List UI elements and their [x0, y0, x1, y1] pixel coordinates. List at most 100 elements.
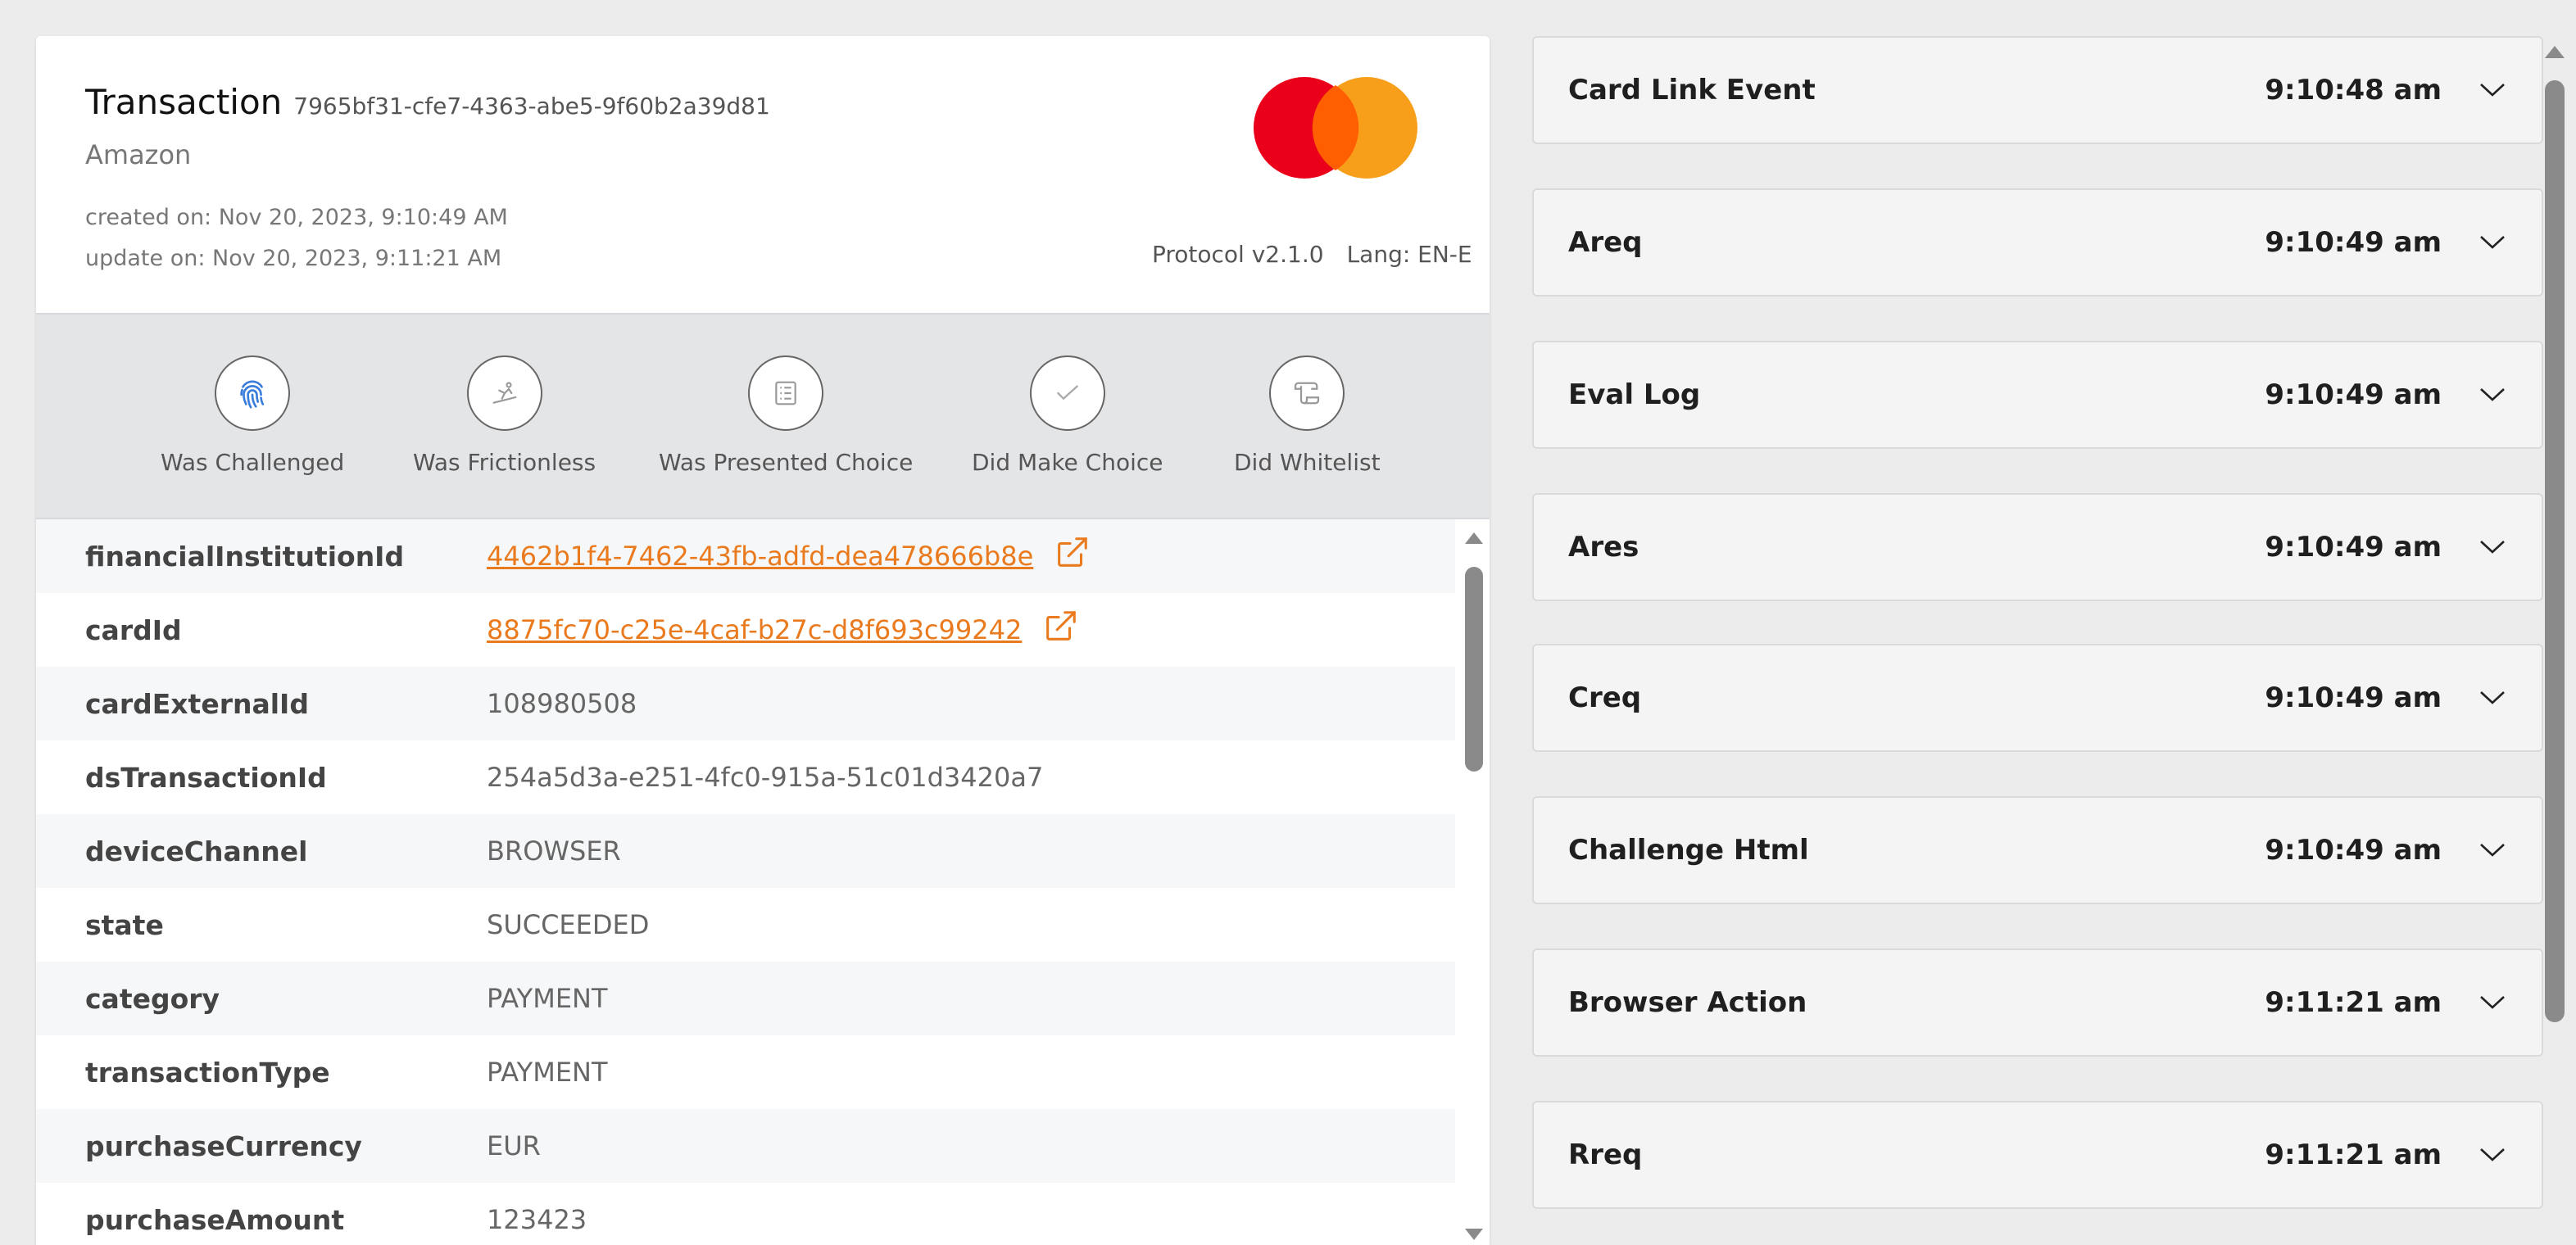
event-browser-action[interactable]: Browser Action 9:11:21 am: [1532, 948, 2543, 1057]
transaction-header: Transaction 7965bf31-cfe7-4363-abe5-9f60…: [36, 36, 1490, 315]
flag-was-challenged: Was Challenged: [161, 355, 344, 476]
event-time: 9:10:49 am: [2265, 378, 2442, 411]
detail-key: dsTransactionId: [85, 761, 327, 794]
page-title: Transaction: [85, 82, 283, 122]
list-icon: [748, 355, 824, 431]
mastercard-logo: [1254, 77, 1434, 183]
external-link-icon[interactable]: [1053, 534, 1091, 578]
detail-value: BROWSER: [487, 835, 621, 867]
chevron-down-icon[interactable]: [2476, 1147, 2509, 1163]
card-id-link[interactable]: 8875fc70-c25e-4caf-b27c-d8f693c99242: [487, 608, 1079, 652]
title-row: Transaction 7965bf31-cfe7-4363-abe5-9f60…: [85, 82, 770, 122]
event-challenge-html[interactable]: Challenge Html 9:10:49 am: [1532, 796, 2543, 904]
flag-did-make-choice: Did Make Choice: [972, 355, 1163, 476]
event-time: 9:10:49 am: [2265, 531, 2442, 564]
scrollbar-thumb[interactable]: [1465, 567, 1483, 772]
detail-value: 108980508: [487, 688, 637, 719]
flag-label: Was Frictionless: [413, 449, 596, 476]
table-row: dsTransactionId 254a5d3a-e251-4fc0-915a-…: [36, 740, 1455, 814]
detail-key: transactionType: [85, 1056, 330, 1089]
detail-value: PAYMENT: [487, 983, 608, 1014]
scroll-down-arrow-icon[interactable]: [1465, 1229, 1483, 1240]
detail-key: state: [85, 908, 164, 941]
event-creq[interactable]: Creq 9:10:49 am: [1532, 644, 2543, 752]
flags-bar: Was Challenged Was Frictionless Was Pres…: [36, 315, 1490, 519]
flag-was-presented-choice: Was Presented Choice: [659, 355, 913, 476]
external-link-icon[interactable]: [1041, 608, 1079, 652]
table-row: financialInstitutionId 4462b1f4-7462-43f…: [36, 519, 1455, 593]
created-timestamp: created on: Nov 20, 2023, 9:10:49 AM: [85, 205, 508, 230]
event-name: Ares: [1568, 531, 1639, 564]
event-time: 9:10:49 am: [2265, 681, 2442, 714]
transaction-card: Transaction 7965bf31-cfe7-4363-abe5-9f60…: [36, 36, 1490, 1245]
table-row: purchaseCurrency EUR: [36, 1109, 1455, 1183]
event-eval-log[interactable]: Eval Log 9:10:49 am: [1532, 341, 2543, 449]
table-row: category PAYMENT: [36, 962, 1455, 1035]
flag-label: Was Challenged: [161, 449, 345, 476]
chevron-down-icon[interactable]: [2476, 690, 2509, 706]
event-name: Rreq: [1568, 1139, 1643, 1171]
financial-institution-link[interactable]: 4462b1f4-7462-43fb-adfd-dea478666b8e: [487, 534, 1091, 578]
detail-value: 123423: [487, 1204, 587, 1235]
event-areq[interactable]: Areq 9:10:49 am: [1532, 188, 2543, 297]
detail-key: financialInstitutionId: [85, 540, 405, 573]
transaction-id: 7965bf31-cfe7-4363-abe5-9f60b2a39d81: [293, 93, 770, 120]
check-icon: [1029, 355, 1105, 431]
detail-key: cardExternalId: [85, 687, 309, 720]
page-scrollbar[interactable]: [2545, 46, 2565, 1245]
chevron-down-icon[interactable]: [2476, 387, 2509, 403]
event-time: 9:11:21 am: [2265, 986, 2442, 1019]
chevron-down-icon[interactable]: [2476, 234, 2509, 251]
table-row: state SUCCEEDED: [36, 888, 1455, 962]
event-name: Creq: [1568, 681, 1642, 714]
scroll-icon: [1269, 355, 1345, 431]
detail-value[interactable]: 8875fc70-c25e-4caf-b27c-d8f693c99242: [487, 614, 1022, 645]
event-time: 9:10:49 am: [2265, 226, 2442, 259]
flag-label: Was Presented Choice: [659, 449, 914, 476]
event-time: 9:10:48 am: [2265, 74, 2442, 106]
table-row: transactionType PAYMENT: [36, 1035, 1455, 1109]
skier-icon: [466, 355, 542, 431]
fingerprint-icon: [215, 355, 291, 431]
detail-value: PAYMENT: [487, 1057, 608, 1088]
details-table[interactable]: financialInstitutionId 4462b1f4-7462-43f…: [36, 519, 1490, 1245]
event-name: Challenge Html: [1568, 834, 1809, 867]
table-row: deviceChannel BROWSER: [36, 814, 1455, 888]
flag-was-frictionless: Was Frictionless: [413, 355, 596, 476]
event-card-link-event[interactable]: Card Link Event 9:10:48 am: [1532, 36, 2543, 144]
chevron-down-icon[interactable]: [2476, 994, 2509, 1011]
detail-key: cardId: [85, 613, 182, 646]
event-name: Areq: [1568, 226, 1643, 259]
detail-key: deviceChannel: [85, 835, 308, 867]
table-row: purchaseAmount 123423: [36, 1183, 1455, 1245]
event-name: Browser Action: [1568, 986, 1807, 1019]
event-time: 9:11:21 am: [2265, 1139, 2442, 1171]
detail-value[interactable]: 4462b1f4-7462-43fb-adfd-dea478666b8e: [487, 541, 1033, 572]
event-name: Eval Log: [1568, 378, 1701, 411]
protocol-version: Protocol v2.1.0: [1152, 241, 1324, 268]
table-row: cardExternalId 108980508: [36, 667, 1455, 740]
protocol-info: Protocol v2.1.0 Lang: EN-E: [1152, 241, 1472, 268]
updated-timestamp: update on: Nov 20, 2023, 9:11:21 AM: [85, 246, 502, 271]
flag-label: Did Whitelist: [1234, 449, 1381, 476]
detail-key: purchaseAmount: [85, 1203, 345, 1236]
detail-key: purchaseCurrency: [85, 1130, 362, 1162]
table-row: cardId 8875fc70-c25e-4caf-b27c-d8f693c99…: [36, 593, 1455, 667]
detail-value: EUR: [487, 1130, 541, 1161]
detail-key: category: [85, 982, 220, 1015]
event-time: 9:10:49 am: [2265, 834, 2442, 867]
merchant-name: Amazon: [85, 139, 192, 170]
scrollbar-thumb[interactable]: [2545, 80, 2565, 1022]
detail-value: SUCCEEDED: [487, 909, 650, 940]
detail-value: 254a5d3a-e251-4fc0-915a-51c01d3420a7: [487, 762, 1044, 793]
chevron-down-icon[interactable]: [2476, 842, 2509, 858]
scroll-up-arrow-icon[interactable]: [1465, 532, 1483, 544]
details-scrollbar[interactable]: [1465, 532, 1483, 1240]
event-name: Card Link Event: [1568, 74, 1816, 106]
event-rreq[interactable]: Rreq 9:11:21 am: [1532, 1101, 2543, 1209]
chevron-down-icon[interactable]: [2476, 539, 2509, 555]
scroll-up-arrow-icon[interactable]: [2545, 46, 2565, 58]
language: Lang: EN-E: [1346, 241, 1472, 268]
event-ares[interactable]: Ares 9:10:49 am: [1532, 493, 2543, 601]
chevron-down-icon[interactable]: [2476, 82, 2509, 98]
